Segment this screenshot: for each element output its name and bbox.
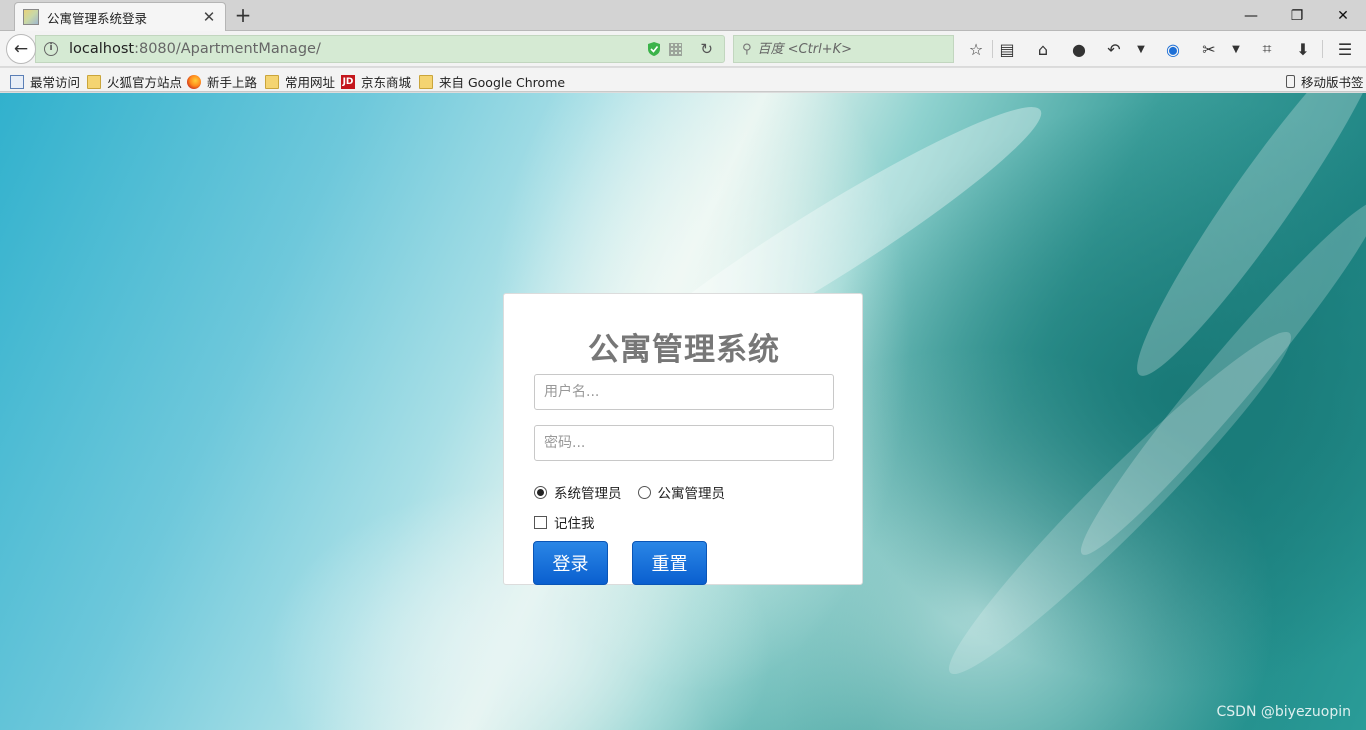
back-button[interactable]: ← [6, 34, 36, 64]
home-icon[interactable]: ⌂ [1032, 39, 1054, 59]
firefox-icon [187, 74, 201, 89]
username-input[interactable] [534, 374, 834, 410]
chat-icon[interactable]: ● [1068, 39, 1090, 59]
reset-button[interactable]: 重置 [632, 541, 707, 585]
restore-button[interactable]: ❐ [1274, 0, 1320, 31]
remember-me: 记住我 [534, 512, 595, 532]
new-tab-button[interactable]: + [233, 5, 253, 25]
bookmark-label: 来自 Google Chrome [439, 75, 566, 90]
recent-icon [10, 74, 24, 89]
close-window-button[interactable]: ✕ [1320, 0, 1366, 31]
folder-icon [419, 74, 433, 89]
bookmark-star-icon[interactable]: ☆ [965, 39, 987, 59]
wave-foam [929, 312, 1311, 694]
extension-icon[interactable]: ◉ [1162, 39, 1184, 59]
folder-icon [87, 74, 101, 89]
role-apartment-admin-label[interactable]: 公寓管理员 [658, 482, 726, 502]
browser-tab[interactable]: 公寓管理系统登录 ✕ [14, 2, 226, 31]
bookmark-item[interactable]: 来自 Google Chrome [419, 72, 565, 91]
bookmark-label: 常用网址 [285, 75, 336, 90]
bookmark-item[interactable]: JD 京东商城 [341, 72, 411, 91]
site-info-icon[interactable]: i [44, 42, 58, 56]
role-system-admin-radio[interactable] [534, 485, 547, 499]
download-icon[interactable]: ⬇ [1292, 39, 1314, 59]
toolbar-separator [1322, 40, 1323, 58]
menu-icon[interactable]: ☰ [1334, 39, 1356, 59]
screenshot-dropdown-icon[interactable]: ▼ [1225, 39, 1247, 59]
close-tab-icon[interactable]: ✕ [201, 9, 217, 25]
url-host: localhost [69, 41, 135, 57]
page-background: 公寓管理系统 系统管理员 公寓管理员 记住我 登录 重置 CSDN @biyez… [0, 93, 1366, 730]
remember-me-checkbox[interactable] [534, 515, 547, 529]
url-text[interactable]: localhost:8080/ApartmentManage/ [69, 41, 647, 57]
tab-strip: 公寓管理系统登录 ✕ + — ❐ ✕ [0, 0, 1366, 31]
undo-icon[interactable]: ↶ [1103, 39, 1125, 59]
role-system-admin-label[interactable]: 系统管理员 [554, 482, 622, 502]
page-favicon-icon [23, 9, 39, 25]
toolbar-separator [992, 40, 993, 58]
mobile-bookmarks[interactable]: 移动版书签 [1286, 72, 1364, 91]
search-input[interactable] [757, 41, 938, 57]
folder-icon [265, 74, 279, 89]
password-input[interactable] [534, 425, 834, 461]
screenshot-icon[interactable]: ✂ [1198, 39, 1220, 59]
remember-me-label[interactable]: 记住我 [554, 512, 595, 532]
bookmark-item[interactable]: 常用网址 [265, 72, 335, 91]
jd-icon: JD [341, 74, 355, 89]
watermark: CSDN @biyezuopin [1216, 704, 1351, 720]
role-apartment-admin-radio[interactable] [637, 485, 651, 499]
url-path: :8080/ApartmentManage/ [134, 41, 321, 57]
login-title: 公寓管理系统 [588, 332, 780, 368]
login-button[interactable]: 登录 [533, 541, 608, 585]
crop-icon[interactable]: ⌗ [1256, 39, 1278, 59]
undo-dropdown-icon[interactable]: ▼ [1130, 39, 1152, 59]
tab-title: 公寓管理系统登录 [47, 10, 148, 26]
arrow-left-icon: ← [13, 39, 29, 59]
reload-icon[interactable]: ↻ [700, 40, 713, 58]
role-selector: 系统管理员 公寓管理员 [534, 482, 725, 502]
login-card: 公寓管理系统 系统管理员 公寓管理员 记住我 登录 重置 [503, 293, 863, 585]
bookmark-item[interactable]: 火狐官方站点 [87, 72, 182, 91]
navigation-bar: i localhost:8080/ApartmentManage/ ↻ ← ⚲ … [0, 31, 1366, 67]
bookmark-label: 新手上路 [207, 75, 258, 90]
search-icon: ⚲ [742, 41, 752, 57]
mobile-bookmarks-label: 移动版书签 [1301, 75, 1364, 90]
qr-code-icon[interactable] [669, 42, 683, 56]
bookmark-item[interactable]: 新手上路 [187, 72, 257, 91]
bookmark-label: 火狐官方站点 [107, 75, 183, 90]
bookmarks-toolbar: 最常访问 火狐官方站点 新手上路 常用网址 JD 京东商城 来自 Google … [0, 68, 1366, 92]
mobile-phone-icon [1286, 75, 1295, 88]
shield-icon[interactable] [647, 41, 661, 57]
address-bar[interactable]: i localhost:8080/ApartmentManage/ ↻ [35, 35, 725, 63]
minimize-button[interactable]: — [1228, 0, 1274, 31]
bookmark-item[interactable]: 最常访问 [10, 72, 80, 91]
bookmarks-menu-icon[interactable]: ▤ [996, 39, 1018, 59]
search-bar[interactable]: ⚲ [733, 35, 954, 63]
bookmark-label: 最常访问 [30, 75, 81, 90]
bookmark-label: 京东商城 [361, 75, 412, 90]
